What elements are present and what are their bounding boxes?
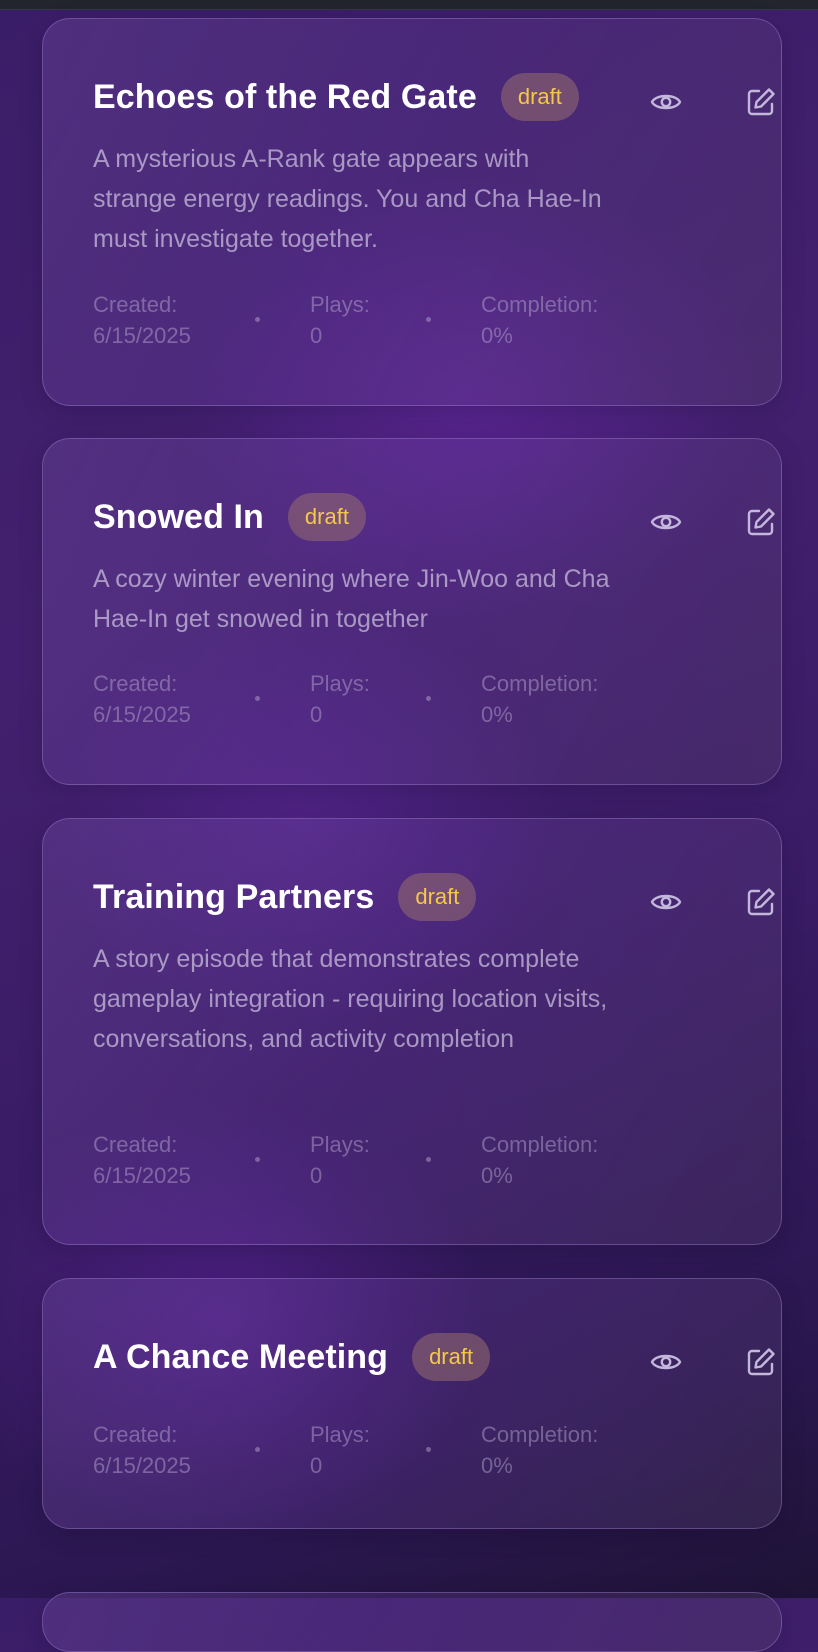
episode-card[interactable]: A Chance Meeting draft Created: 6/15/202… xyxy=(42,1278,782,1529)
created-label: Created: xyxy=(93,671,178,696)
completion-label: Completion: xyxy=(481,292,599,317)
meta-plays: Plays: 0 xyxy=(310,1129,370,1191)
created-value: 6/15/2025 xyxy=(93,323,191,348)
created-label: Created: xyxy=(93,292,178,317)
meta-separator xyxy=(255,1157,260,1162)
episode-description: A cozy winter evening where Jin-Woo and … xyxy=(93,565,610,633)
meta-completion: Completion: 0% xyxy=(481,668,598,730)
meta-created: Created: 6/15/2025 xyxy=(93,289,191,351)
meta-separator xyxy=(426,317,431,322)
meta-plays: Plays: 0 xyxy=(310,668,370,730)
completion-value: 0% xyxy=(481,702,513,727)
eye-icon xyxy=(650,510,682,534)
status-badge: draft xyxy=(287,493,366,541)
plays-value: 0 xyxy=(310,1163,323,1188)
episode-card[interactable]: Echoes of the Red Gate draft A mysteriou… xyxy=(42,18,782,406)
edit-icon xyxy=(746,87,776,117)
episode-card[interactable]: Snowed In draft A cozy winter evening wh… xyxy=(42,438,782,785)
episode-title: A Chance Meeting xyxy=(93,1337,389,1376)
edit-icon xyxy=(746,887,776,917)
status-badge: draft xyxy=(398,873,477,921)
edit-button[interactable] xyxy=(744,85,778,119)
edit-icon xyxy=(746,1347,776,1377)
meta-plays: Plays: 0 xyxy=(310,1419,370,1481)
preview-button[interactable] xyxy=(649,505,683,539)
completion-label: Completion: xyxy=(481,1132,599,1157)
edit-button[interactable] xyxy=(744,885,778,919)
meta-created: Created: 6/15/2025 xyxy=(93,1419,191,1481)
episode-meta: Created: 6/15/2025 Plays: 0 Completion: … xyxy=(93,1419,693,1483)
meta-created: Created: 6/15/2025 xyxy=(93,1129,191,1191)
plays-value: 0 xyxy=(310,323,323,348)
status-badge: draft xyxy=(500,73,579,121)
plays-value: 0 xyxy=(310,702,323,727)
plays-label: Plays: xyxy=(310,671,370,696)
card-header: Echoes of the Red Gate draft xyxy=(93,73,579,121)
episode-description: A mysterious A-Rank gate appears with st… xyxy=(93,145,602,253)
card-header: A Chance Meeting draft xyxy=(93,1333,491,1381)
status-badge: draft xyxy=(412,1333,491,1381)
preview-button[interactable] xyxy=(649,1345,683,1379)
plays-label: Plays: xyxy=(310,1132,370,1157)
plays-label: Plays: xyxy=(310,292,370,317)
completion-label: Completion: xyxy=(481,671,599,696)
episode-title: Echoes of the Red Gate xyxy=(93,77,477,116)
episode-title: Snowed In xyxy=(93,497,264,536)
episode-meta: Created: 6/15/2025 Plays: 0 Completion: … xyxy=(93,1129,693,1193)
meta-plays: Plays: 0 xyxy=(310,289,370,351)
created-value: 6/15/2025 xyxy=(93,1163,191,1188)
eye-icon xyxy=(650,890,682,914)
edit-icon xyxy=(746,507,776,537)
created-label: Created: xyxy=(93,1422,178,1447)
meta-created: Created: 6/15/2025 xyxy=(93,668,191,730)
preview-button[interactable] xyxy=(649,85,683,119)
meta-separator xyxy=(426,1157,431,1162)
completion-value: 0% xyxy=(481,1163,513,1188)
card-header: Training Partners draft xyxy=(93,873,477,921)
completion-value: 0% xyxy=(481,1453,513,1478)
meta-separator xyxy=(426,696,431,701)
edit-button[interactable] xyxy=(744,505,778,539)
edit-button[interactable] xyxy=(744,1345,778,1379)
completion-label: Completion: xyxy=(481,1422,599,1447)
episode-card[interactable]: Training Partners draft A story episode … xyxy=(42,818,782,1245)
top-bar xyxy=(0,0,818,10)
episode-title: Training Partners xyxy=(93,877,375,916)
plays-value: 0 xyxy=(310,1453,323,1478)
eye-icon xyxy=(650,1350,682,1374)
created-label: Created: xyxy=(93,1132,178,1157)
eye-icon xyxy=(650,90,682,114)
completion-value: 0% xyxy=(481,323,513,348)
episode-meta: Created: 6/15/2025 Plays: 0 Completion: … xyxy=(93,289,693,353)
meta-separator xyxy=(255,696,260,701)
card-header: Snowed In draft xyxy=(93,493,366,541)
meta-separator xyxy=(426,1447,431,1452)
episode-description: A story episode that demonstrates comple… xyxy=(93,945,608,1053)
episode-meta: Created: 6/15/2025 Plays: 0 Completion: … xyxy=(93,668,693,732)
meta-separator xyxy=(255,1447,260,1452)
episode-card[interactable] xyxy=(42,1592,782,1652)
meta-completion: Completion: 0% xyxy=(481,1129,598,1191)
created-value: 6/15/2025 xyxy=(93,1453,191,1478)
created-value: 6/15/2025 xyxy=(93,702,191,727)
meta-separator xyxy=(255,317,260,322)
meta-completion: Completion: 0% xyxy=(481,1419,598,1481)
plays-label: Plays: xyxy=(310,1422,370,1447)
preview-button[interactable] xyxy=(649,885,683,919)
meta-completion: Completion: 0% xyxy=(481,289,598,351)
